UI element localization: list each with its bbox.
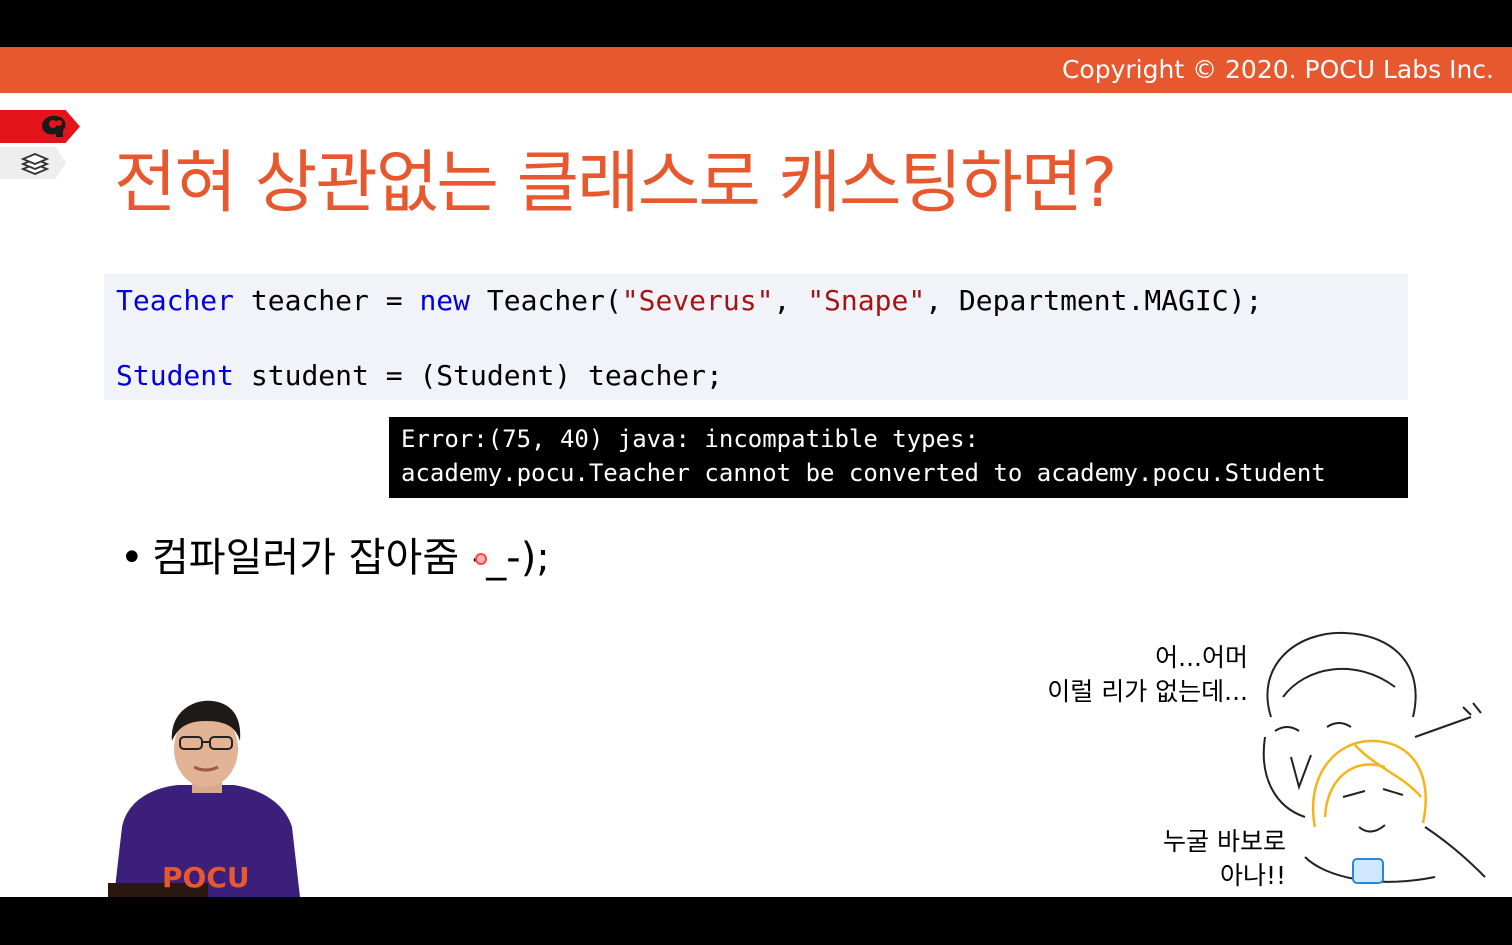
- code-text: Teacher(: [470, 284, 622, 317]
- speech-1-line-1: 어...어머: [1155, 643, 1248, 672]
- brain-icon: [42, 115, 66, 137]
- code-keyword: new: [419, 284, 471, 317]
- speech-2-line-2: 아나!!: [1219, 861, 1286, 890]
- presenter-video: POCU: [108, 700, 300, 897]
- code-text: student = (Student) teacher;: [234, 359, 723, 392]
- code-string: "Snape": [807, 284, 926, 317]
- code-type: Teacher: [116, 284, 235, 317]
- error-line-1: Error:(75, 40) java: incompatible types:: [401, 425, 979, 453]
- header-bar: Copyright © 2020. POCU Labs Inc.: [0, 47, 1512, 93]
- code-text: teacher =: [234, 284, 420, 317]
- books-icon: [20, 153, 50, 175]
- code-line-2: Student student = (Student) teacher;: [116, 359, 723, 392]
- error-line-2: academy.pocu.Teacher cannot be converted…: [401, 459, 1326, 487]
- shirt-logo-text: POCU: [162, 861, 250, 894]
- speech-bubble-2: 누굴 바보로 아나!!: [1163, 825, 1286, 893]
- bullet-text: 컴파일러가 잡아줌 -_-);: [152, 535, 550, 581]
- code-string: "Severus": [621, 284, 774, 317]
- code-block: Teacher teacher = new Teacher("Severus",…: [104, 274, 1408, 400]
- code-text: , Department.MAGIC);: [925, 284, 1263, 317]
- slide-title: 전혀 상관없는 클래스로 캐스팅하면?: [114, 144, 1117, 223]
- bullet-dot: •: [120, 535, 144, 581]
- error-box: Error:(75, 40) java: incompatible types:…: [389, 417, 1408, 498]
- copyright-text: Copyright © 2020. POCU Labs Inc.: [1061, 55, 1494, 84]
- laser-pointer-icon: [475, 553, 487, 565]
- slide: Copyright © 2020. POCU Labs Inc. 전혀 상관없는…: [0, 47, 1512, 897]
- speech-1-line-2: 이럴 리가 없는데...: [1047, 677, 1248, 706]
- code-line-1: Teacher teacher = new Teacher("Severus",…: [116, 284, 1262, 317]
- speech-2-line-1: 누굴 바보로: [1163, 827, 1286, 856]
- code-type: Student: [116, 359, 235, 392]
- code-text: ,: [773, 284, 808, 317]
- speech-bubble-1: 어...어머 이럴 리가 없는데...: [1047, 641, 1248, 709]
